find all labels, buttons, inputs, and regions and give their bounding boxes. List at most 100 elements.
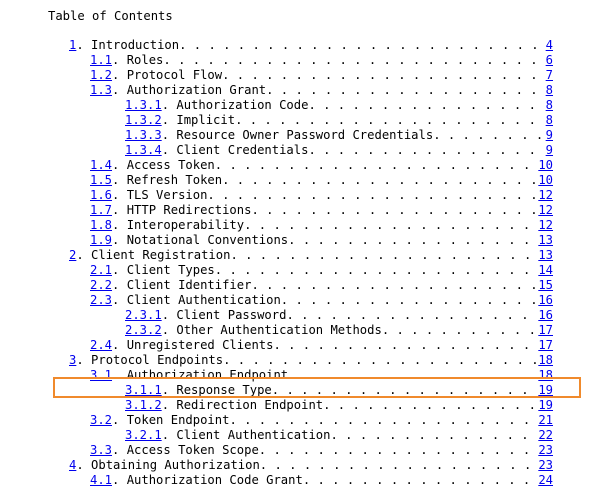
toc-page-link[interactable]: 8 [545,98,553,113]
toc-page-link[interactable]: 17 [537,323,553,338]
toc-entry-title: Client Credentials [176,143,309,157]
toc-entry-title: Client Registration [91,248,231,262]
toc-section-link[interactable]: 3.1.1 [125,383,162,398]
toc-page-link[interactable]: 12 [537,188,553,203]
toc-leader-dots: . . . . . . . . . . . . . . . . . . . . … [308,143,544,157]
toc-page-link[interactable]: 19 [537,398,553,413]
toc-section-link[interactable]: 1.3.1 [125,98,162,113]
toc-page-link[interactable]: 18 [537,368,553,383]
toc-page-link[interactable]: 10 [537,173,553,188]
toc-page-link[interactable]: 16 [537,293,553,308]
toc-section-link[interactable]: 1.2 [90,68,112,83]
toc-entry-title: Response Type [176,383,272,397]
toc-entry-title: Protocol Endpoints [91,353,224,367]
toc-section-link[interactable]: 3.1.2 [125,398,162,413]
toc-section-link[interactable]: 1 [69,38,76,53]
toc-entry-title: Redirection Endpoint [176,398,324,412]
toc-section-link[interactable]: 1.3.3 [125,128,162,143]
toc-section-link[interactable]: 3.1 [90,368,112,383]
toc-section-link[interactable]: 1.9 [90,233,112,248]
toc-page-link[interactable]: 14 [537,263,553,278]
toc-entry: 2.3.2. Other Authentication Methods . . … [125,323,553,338]
toc-entry-title: Other Authentication Methods [176,323,382,337]
toc-entry: 2.4. Unregistered Clients . . . . . . . … [90,338,553,353]
toc-page-link[interactable]: 7 [545,68,553,83]
toc-entry-title: Client Types [126,263,215,277]
toc-leader-dots: . . . . . . . . . . . . . . . . . . . . … [230,248,537,262]
toc-page-link[interactable]: 8 [545,83,553,98]
toc-page-link[interactable]: 21 [537,413,553,428]
toc-section-link[interactable]: 2.3 [90,293,112,308]
toc-leader-dots: . . . . . . . . . . . . . . . . . . . . … [280,293,538,307]
toc-section-link[interactable]: 1.7 [90,203,112,218]
toc-page-link[interactable]: 23 [537,443,553,458]
toc-separator: . [112,278,127,292]
toc-section-link[interactable]: 1.1 [90,53,112,68]
toc-entry-title: Roles [126,53,164,67]
toc-entry: 2.2. Client Identifier . . . . . . . . .… [90,278,553,293]
toc-entry: 1.3.2. Implicit . . . . . . . . . . . . … [125,113,553,128]
toc-section-link[interactable]: 2.1 [90,263,112,278]
toc-page-link[interactable]: 9 [545,128,553,143]
toc-entry-title: Notational Conventions [126,233,289,247]
toc-section-link[interactable]: 2.3.2 [125,323,162,338]
toc-section-link[interactable]: 1.5 [90,173,112,188]
toc-page-link[interactable]: 17 [537,338,553,353]
toc-leader-dots: . . . . . . . . . . . . . . . . . . . . … [179,38,545,52]
toc-entry-title: HTTP Redirections [126,203,252,217]
toc-page-link[interactable]: 22 [537,428,553,443]
toc-section-link[interactable]: 4 [69,458,76,473]
toc-page-link[interactable]: 10 [537,158,553,173]
toc-section-link[interactable]: 1.3 [90,83,112,98]
toc-section-link[interactable]: 3.3 [90,443,112,458]
toc-entry-title: Client Authentication [126,293,281,307]
toc-entry-title: Refresh Token [126,173,223,187]
toc-entry: 1.9. Notational Conventions . . . . . . … [90,233,553,248]
toc-leader-dots: . . . . . . . . . . . . . . . . . . . . … [223,353,537,367]
toc-page-link[interactable]: 4 [545,38,553,53]
toc-entry-title: Client Authentication [176,428,331,442]
toc-entry-title: Client Identifier [126,278,252,292]
toc-section-link[interactable]: 1.3.4 [125,143,162,158]
toc-section-link[interactable]: 2.3.1 [125,308,162,323]
toc-leader-dots: . . . . . . . . . . . . . . . . . . . . … [330,428,537,442]
toc-separator: . [112,53,127,67]
toc-page-link[interactable]: 13 [537,248,553,263]
toc-separator: . [112,338,127,352]
toc-separator: . [76,353,92,367]
toc-entry-title: Protocol Flow [126,68,223,82]
toc-section-link[interactable]: 1.8 [90,218,112,233]
toc-section-link[interactable]: 1.4 [90,158,112,173]
toc-separator: . [112,173,127,187]
toc-page-link[interactable]: 19 [537,383,553,398]
toc-page-link[interactable]: 12 [537,218,553,233]
toc-entry-title: Introduction [91,38,180,52]
toc-section-link[interactable]: 1.3.2 [125,113,162,128]
toc-page-link[interactable]: 9 [545,143,553,158]
toc-page-link[interactable]: 6 [545,53,553,68]
toc-section-link[interactable]: 3 [69,353,76,368]
toc-page-link[interactable]: 8 [545,113,553,128]
toc-section-link[interactable]: 3.2 [90,413,112,428]
toc-separator: . [112,233,127,247]
toc-page-link[interactable]: 23 [537,458,553,473]
toc-page-link[interactable]: 16 [537,308,553,323]
toc-entry: 3.1.2. Redirection Endpoint . . . . . . … [125,398,553,413]
toc-section-link[interactable]: 3.2.1 [125,428,162,443]
toc-section-link[interactable]: 2 [69,248,76,263]
toc-leader-dots: . . . . . . . . . . . . . . . . . . . . … [288,368,537,382]
toc-section-link[interactable]: 1.6 [90,188,112,203]
toc-separator: . [112,203,127,217]
toc-page-link[interactable]: 13 [537,233,553,248]
toc-separator: . [161,113,177,127]
toc-page-link[interactable]: 12 [537,203,553,218]
toc-page-link[interactable]: 18 [537,353,553,368]
toc-separator: . [112,218,127,232]
toc-entry: 1.3.3. Resource Owner Password Credentia… [125,128,553,143]
toc-section-link[interactable]: 2.4 [90,338,112,353]
toc-section-link[interactable]: 2.2 [90,278,112,293]
toc-separator: . [161,398,177,412]
toc-separator: . [161,143,177,157]
toc-page-link[interactable]: 15 [537,278,553,293]
toc-entry: 1. Introduction . . . . . . . . . . . . … [69,38,553,53]
